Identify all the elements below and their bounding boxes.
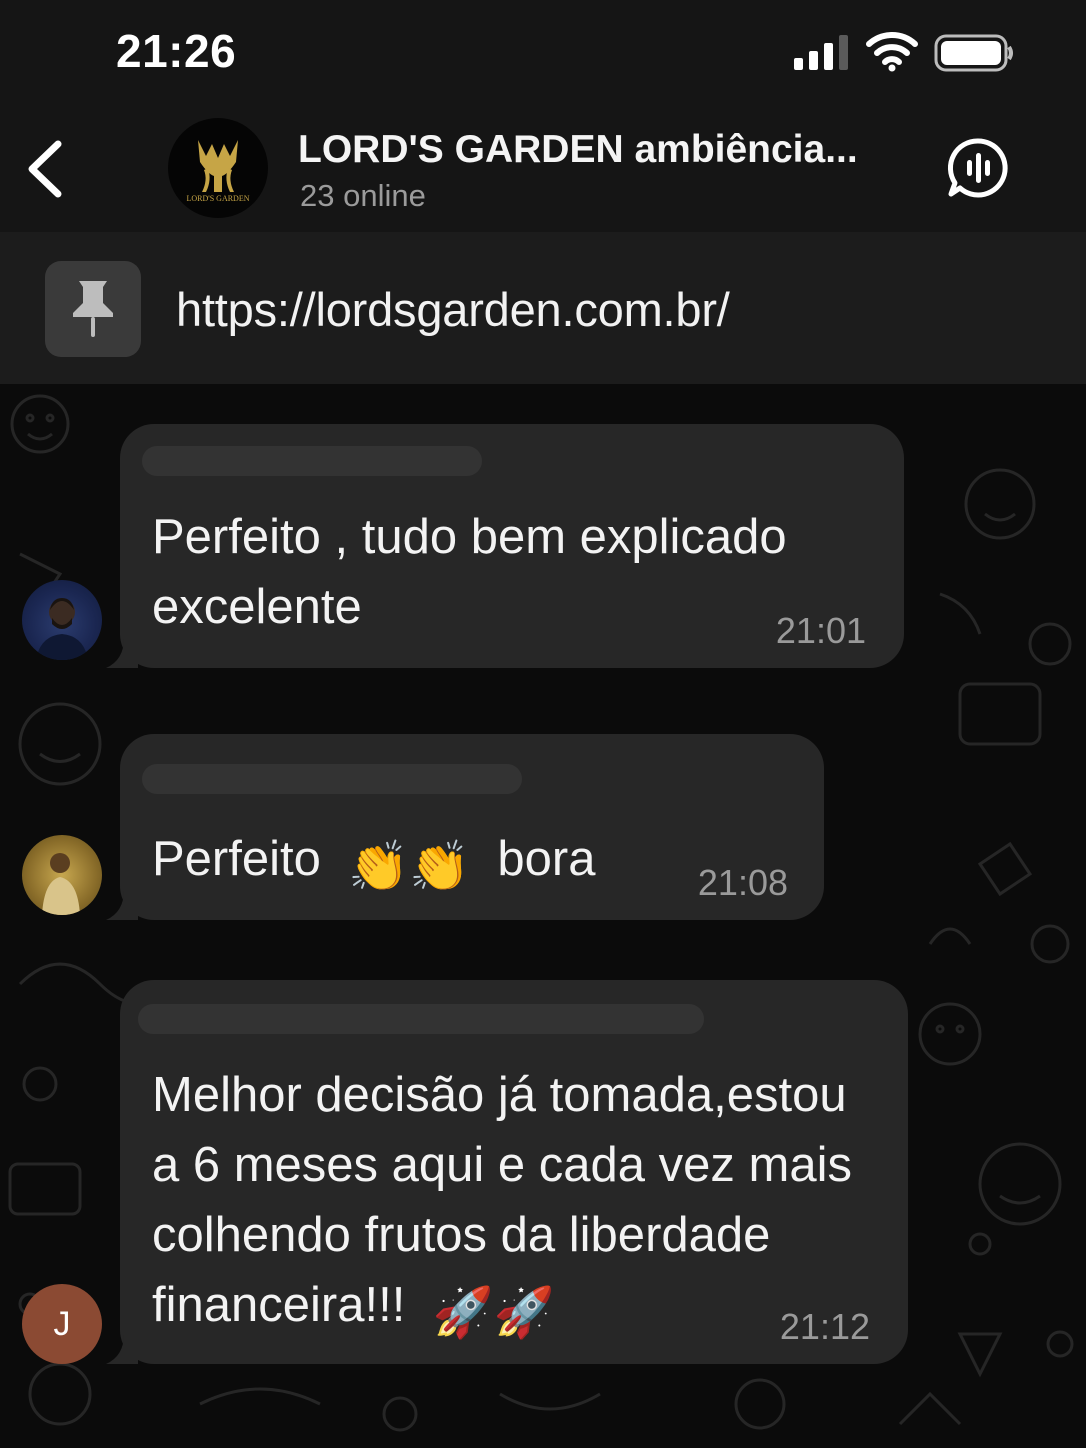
bubble-tail [106, 1334, 138, 1364]
chat-header: LORD'S GARDEN LORD'S GARDEN ambiência...… [0, 100, 1086, 232]
voice-chat-icon[interactable] [946, 136, 1010, 200]
pinned-message-bar[interactable]: https://lordsgarden.com.br/ [0, 232, 1086, 384]
message-text-line: Perfeito 👏👏 bora [152, 824, 595, 902]
message-bubble[interactable]: Perfeito , tudo bem explicado excelente … [106, 424, 904, 668]
message-text: financeira!!! [152, 1278, 406, 1332]
group-avatar[interactable]: LORD'S GARDEN [168, 118, 268, 218]
message-text: Perfeito [152, 832, 321, 886]
clapping-hands-emoji: 👏👏 [348, 840, 471, 894]
redacted-sender-name [138, 1004, 704, 1034]
cellular-signal-icon [794, 35, 848, 70]
group-logo-text: LORD'S GARDEN [186, 194, 250, 203]
pin-badge [45, 261, 141, 357]
status-time: 21:26 [116, 25, 237, 77]
message-time: 21:01 [775, 610, 866, 651]
battery-icon [934, 34, 1013, 72]
sender-avatar[interactable] [22, 580, 102, 660]
message-bubble[interactable]: Melhor decisão já tomada,estou a 6 meses… [106, 980, 908, 1364]
redacted-sender-name [142, 446, 482, 476]
status-bar: 21:26 [0, 0, 1086, 100]
message-text: bora [497, 832, 596, 886]
message-text-line: Perfeito , tudo bem explicado [152, 510, 787, 564]
pin-icon [73, 281, 113, 337]
rocket-emoji: 🚀🚀 [432, 1286, 555, 1340]
group-title[interactable]: LORD'S GARDEN ambiência... [298, 128, 858, 172]
message-time: 21:08 [697, 862, 788, 903]
message-text-line: a 6 meses aqui e cada vez mais [152, 1138, 852, 1192]
message-text-line: financeira!!! 🚀🚀 [152, 1270, 555, 1348]
sender-avatar[interactable]: J [22, 1284, 102, 1364]
message-bubble[interactable]: Perfeito 👏👏 bora 21:08 [106, 734, 824, 920]
chat-area[interactable]: Perfeito , tudo bem explicado excelente … [0, 384, 1086, 1448]
tree-logo-icon [198, 140, 238, 192]
bubble-tail [106, 638, 138, 668]
message-text-line: Melhor decisão já tomada,estou [152, 1068, 847, 1122]
online-count: 23 online [300, 178, 426, 213]
redacted-sender-name [142, 764, 522, 794]
person-photo-icon [42, 853, 80, 915]
pinned-link[interactable]: https://lordsgarden.com.br/ [176, 282, 730, 337]
back-arrow-icon[interactable] [22, 138, 66, 200]
sender-avatar[interactable] [22, 835, 102, 915]
message-text-line: excelente [152, 580, 362, 634]
message-time: 21:12 [779, 1306, 870, 1347]
person-photo-icon [36, 598, 88, 660]
bubble-tail [106, 890, 138, 920]
message-text-line: colhendo frutos da liberdade [152, 1208, 771, 1262]
wifi-icon [866, 32, 918, 72]
